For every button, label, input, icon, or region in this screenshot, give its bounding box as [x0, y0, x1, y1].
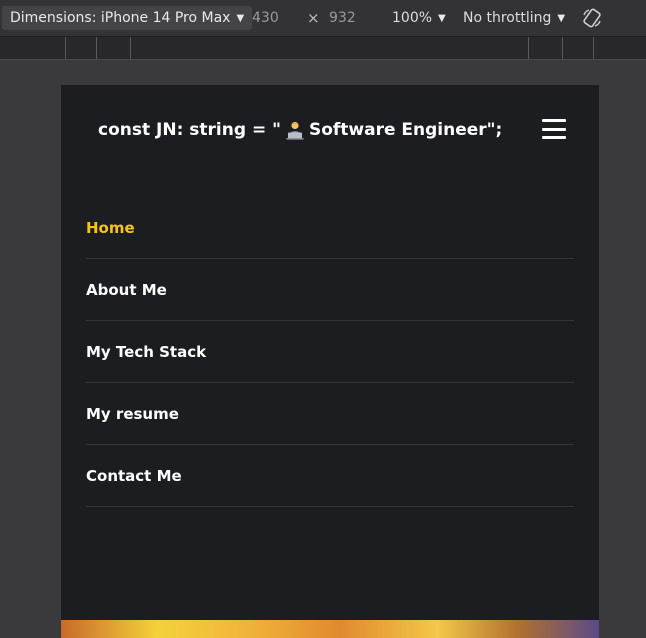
zoom-label: 100% — [392, 10, 433, 26]
width-input[interactable]: 430 — [252, 0, 279, 36]
hero-banner-image — [61, 620, 599, 638]
nav-item-contact-me[interactable]: Contact Me — [86, 445, 574, 507]
nav-item-tech-stack[interactable]: My Tech Stack — [86, 321, 574, 383]
site-brand[interactable]: const JN: string = " Software Engineer"; — [98, 119, 502, 141]
nav-item-home[interactable]: Home — [86, 197, 574, 259]
chevron-down-icon: ▼ — [236, 12, 245, 24]
hamburger-bar — [542, 136, 566, 139]
media-query-ruler — [0, 36, 646, 60]
technologist-emoji-icon — [286, 121, 304, 140]
ruler-tick — [96, 37, 97, 59]
rotate-icon[interactable] — [580, 0, 604, 36]
device-viewport: const JN: string = " Software Engineer";… — [61, 85, 599, 638]
hamburger-bar — [542, 127, 566, 131]
chevron-down-icon: ▼ — [438, 12, 446, 24]
throttling-label: No throttling — [463, 10, 552, 26]
hamburger-bar — [542, 119, 566, 122]
device-toolbar: Dimensions: iPhone 14 Pro Max ▼ 430 × 93… — [0, 0, 646, 36]
zoom-select[interactable]: 100% ▼ — [392, 0, 446, 36]
ruler-tick — [562, 37, 563, 59]
dimensions-select[interactable]: Dimensions: iPhone 14 Pro Max ▼ — [2, 6, 253, 30]
height-input[interactable]: 932 — [329, 0, 356, 36]
chevron-down-icon: ▼ — [557, 12, 566, 24]
times-sign: × — [307, 9, 320, 27]
brand-prefix: const JN: string = " — [98, 120, 281, 140]
dimensions-label: Dimensions: iPhone 14 Pro Max — [10, 10, 231, 26]
ruler-tick — [528, 37, 529, 59]
ruler-tick — [65, 37, 66, 59]
throttling-select[interactable]: No throttling ▼ — [463, 0, 565, 36]
ruler-tick — [130, 37, 131, 59]
hamburger-menu-icon[interactable] — [542, 119, 566, 139]
nav-item-resume[interactable]: My resume — [86, 383, 574, 445]
nav-item-about-me[interactable]: About Me — [86, 259, 574, 321]
ruler-tick — [593, 37, 594, 59]
nav-menu: Home About Me My Tech Stack My resume Co… — [86, 197, 574, 507]
brand-suffix: Software Engineer"; — [308, 120, 503, 140]
